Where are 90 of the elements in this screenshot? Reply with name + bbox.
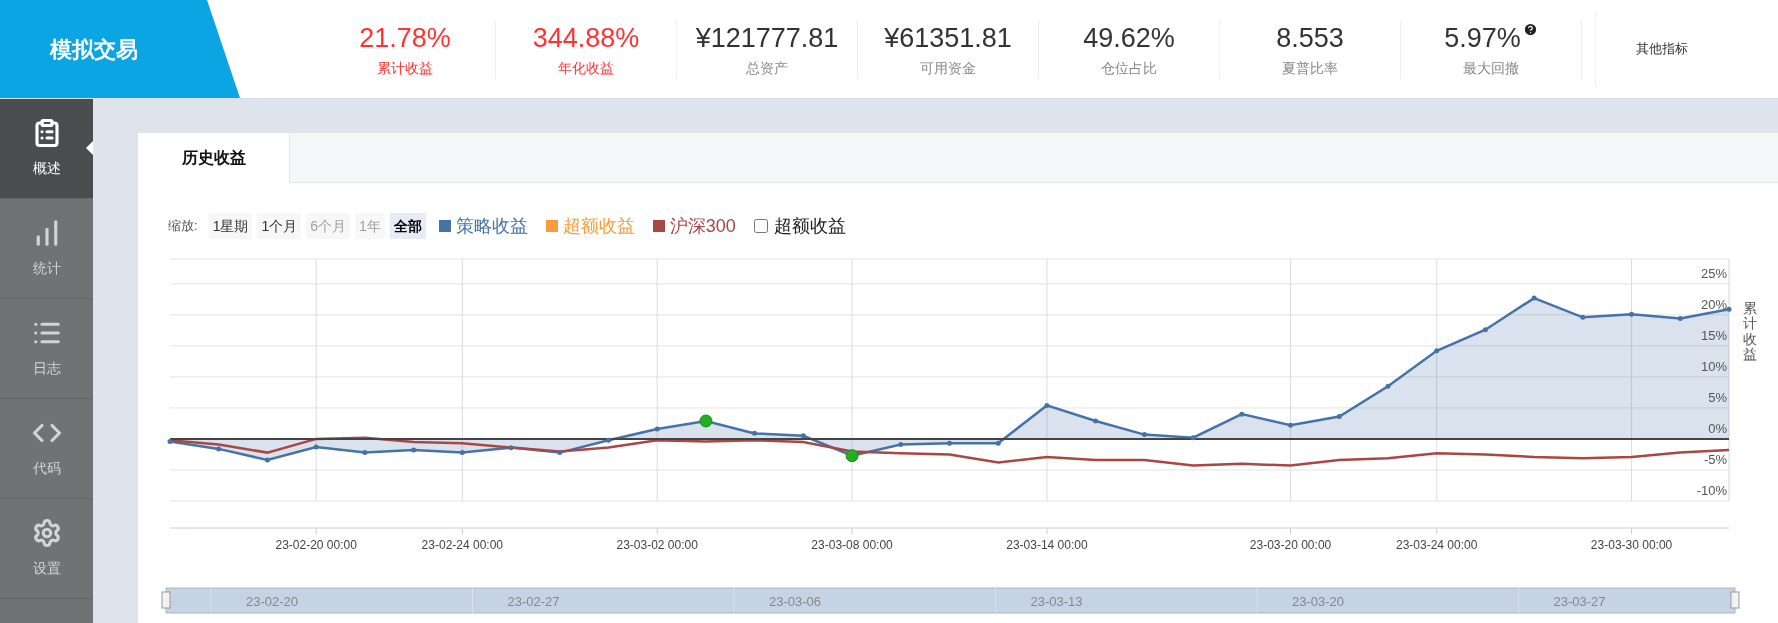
point-marker[interactable] — [459, 450, 465, 456]
stat-label: 累计收益 — [377, 58, 433, 78]
x-tick-label: 23-03-14 00:00 — [1006, 538, 1088, 552]
tab[interactable]: 历史收益 — [138, 133, 290, 183]
point-marker[interactable] — [605, 437, 611, 443]
legend-checkbox[interactable] — [753, 219, 768, 233]
x-tick-label: 23-03-02 00:00 — [616, 538, 698, 552]
help-icon[interactable] — [1522, 21, 1538, 37]
point-marker[interactable] — [313, 444, 319, 450]
y-tick-label: 10% — [1700, 358, 1727, 374]
point-marker[interactable] — [699, 414, 713, 428]
y-tick-label: 25% — [1700, 265, 1727, 281]
point-marker[interactable] — [1531, 295, 1537, 301]
stat-value: ¥121777.81 — [695, 21, 839, 55]
y-axis-title: 累计收益 — [1743, 301, 1757, 363]
point-marker[interactable] — [216, 446, 222, 452]
stat-value: 49.62% — [1083, 21, 1175, 55]
x-tick-label: 23-03-08 00:00 — [811, 538, 893, 552]
y-tick-label: 5% — [1708, 389, 1727, 405]
point-marker[interactable] — [654, 426, 660, 432]
point-marker[interactable] — [264, 457, 270, 463]
stat-label: 年化收益 — [558, 58, 614, 78]
point-marker[interactable] — [1093, 418, 1099, 424]
y-tick-label: -10% — [1696, 483, 1727, 498]
point-marker[interactable] — [1482, 327, 1488, 333]
legend-label[interactable]: 超额收益 — [773, 212, 846, 240]
point-marker[interactable] — [1629, 311, 1635, 317]
stat-value: 8.553 — [1276, 21, 1344, 55]
point-marker[interactable] — [557, 450, 563, 456]
stat-value: 344.88% — [532, 21, 640, 55]
point-marker[interactable] — [411, 447, 417, 453]
navigator-label: 23-02-27 — [507, 594, 560, 609]
selection-arrow-icon — [86, 141, 93, 155]
navigator-label: 23-02-20 — [246, 594, 299, 609]
point-marker[interactable] — [947, 440, 952, 446]
zoom-button[interactable]: 1个月 — [257, 213, 302, 239]
stat-label: 总资产 — [746, 58, 788, 78]
point-marker[interactable] — [898, 442, 904, 448]
navigator-handle[interactable] — [161, 591, 171, 609]
zoom-button[interactable]: 1星期 — [208, 213, 253, 239]
point-marker[interactable] — [800, 433, 806, 439]
stat-value: 21.78% — [359, 21, 451, 55]
point-marker[interactable] — [1580, 314, 1586, 320]
point-marker[interactable] — [508, 445, 514, 451]
stat-label: 最大回撤 — [1463, 58, 1519, 78]
sidebar-item[interactable]: 概述 — [0, 99, 93, 199]
navigator-label: 23-03-06 — [769, 594, 822, 609]
navigator-label: 23-03-20 — [1292, 594, 1345, 609]
x-tick-label: 23-03-20 00:00 — [1249, 538, 1332, 552]
point-marker[interactable] — [1726, 306, 1732, 312]
navigator-handle[interactable] — [1730, 591, 1740, 609]
point-marker[interactable] — [1190, 435, 1196, 441]
stat-label: 仓位占比 — [1101, 58, 1157, 78]
navigator-label: 23-03-13 — [1030, 594, 1083, 609]
point-marker[interactable] — [1141, 432, 1147, 438]
y-tick-label: 20% — [1700, 296, 1727, 312]
x-tick-label: 23-02-24 00:00 — [421, 538, 503, 552]
point-marker[interactable] — [752, 430, 758, 436]
point-marker[interactable] — [1288, 422, 1294, 428]
zoom-button[interactable]: 全部 — [389, 213, 426, 239]
navigator-label: 23-03-27 — [1553, 594, 1606, 609]
x-tick-label: 23-02-20 00:00 — [275, 538, 357, 552]
x-tick-label: 23-03-30 00:00 — [1590, 538, 1673, 552]
legend-swatch — [438, 220, 451, 232]
point-marker[interactable] — [1336, 414, 1342, 420]
y-tick-label: 15% — [1700, 327, 1727, 343]
more-metrics-link[interactable]: 其他指标 — [1636, 39, 1688, 59]
legend-swatch — [652, 220, 665, 232]
point-marker[interactable] — [1677, 316, 1683, 322]
point-marker[interactable] — [167, 438, 173, 444]
stat-label: 可用资金 — [920, 58, 976, 78]
point-marker[interactable] — [1385, 383, 1391, 389]
point-marker[interactable] — [1044, 402, 1050, 408]
point-marker[interactable] — [845, 449, 859, 463]
logo-banner: 模拟交易 — [0, 0, 240, 98]
zoom-label: 缩放: — [168, 217, 198, 236]
stat-value: ¥61351.81 — [884, 21, 1012, 55]
sidebar-icon — [31, 518, 62, 548]
y-tick-label: -5% — [1703, 451, 1727, 467]
point-marker[interactable] — [362, 450, 368, 456]
navigator-track[interactable] — [165, 587, 1736, 614]
stat-value: 5.97% — [1444, 21, 1521, 55]
legend-label[interactable]: 策略收益 — [455, 212, 528, 240]
y-tick-label: 0% — [1708, 420, 1727, 436]
legend-label[interactable]: 沪深300 — [669, 212, 736, 240]
point-marker[interactable] — [995, 440, 1001, 446]
stat-label: 夏普比率 — [1282, 58, 1338, 78]
x-tick-label: 23-03-24 00:00 — [1396, 538, 1478, 552]
point-marker[interactable] — [1434, 348, 1440, 354]
point-marker[interactable] — [1239, 411, 1245, 417]
